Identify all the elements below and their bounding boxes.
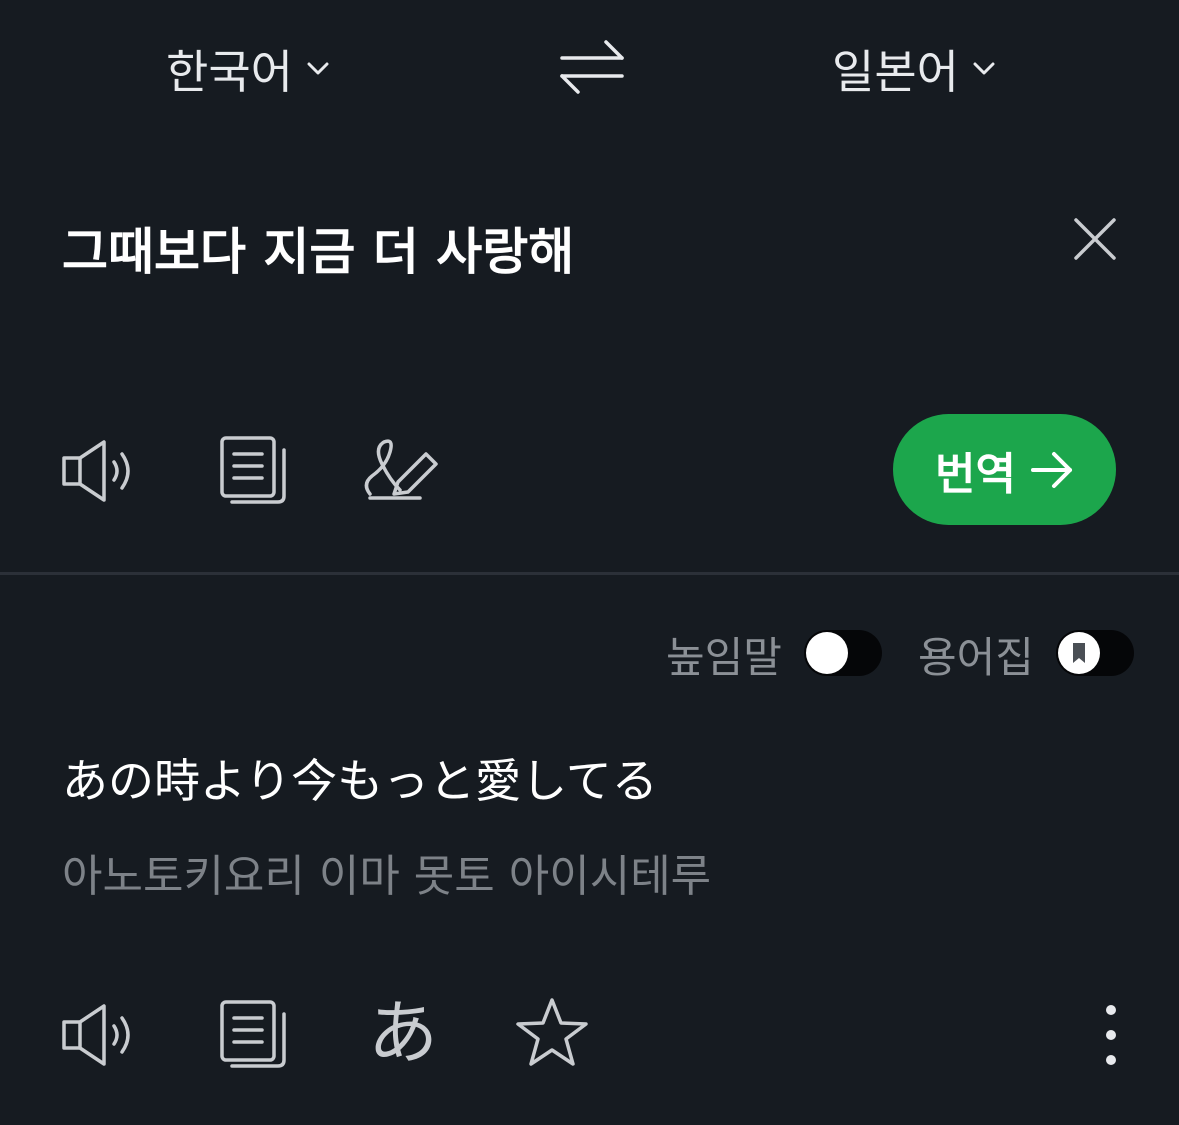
source-language-select[interactable]: 한국어 (166, 36, 329, 102)
star-icon[interactable] (514, 996, 590, 1068)
honorific-label: 높임말 (666, 633, 782, 682)
hiragana-reading-button[interactable]: あ (366, 992, 440, 1074)
more-vertical-icon[interactable] (1096, 1000, 1126, 1070)
section-divider (0, 572, 1179, 575)
source-text-input[interactable]: 그때보다 지금 더 사랑해 (62, 212, 574, 284)
speaker-icon[interactable] (60, 436, 138, 506)
bookmark-icon (1073, 643, 1085, 663)
glossary-toggle[interactable] (1056, 630, 1134, 676)
translation-result: あの時より今もっと愛してる (62, 754, 658, 808)
speaker-icon[interactable] (60, 1000, 138, 1070)
swap-icon[interactable] (556, 36, 628, 98)
glossary-label: 용어집 (918, 633, 1034, 682)
target-language-label: 일본어 (832, 45, 959, 99)
close-icon[interactable] (1072, 216, 1118, 262)
chevron-down-icon (973, 62, 995, 75)
toggle-knob (1058, 632, 1100, 674)
copy-icon[interactable] (218, 434, 288, 508)
copy-icon[interactable] (218, 998, 288, 1072)
chevron-down-icon (307, 62, 329, 75)
toggle-knob (806, 632, 848, 674)
target-language-select[interactable]: 일본어 (832, 36, 995, 102)
pronunciation-text: 아노토키요리 이마 못토 아이시테루 (62, 851, 712, 902)
translate-button[interactable]: 번역 (893, 414, 1116, 525)
honorific-toggle[interactable] (804, 630, 882, 676)
translate-button-label: 번역 (935, 448, 1016, 500)
arrow-right-icon (1030, 451, 1072, 488)
source-language-label: 한국어 (166, 45, 293, 99)
handwriting-icon[interactable] (360, 434, 440, 504)
